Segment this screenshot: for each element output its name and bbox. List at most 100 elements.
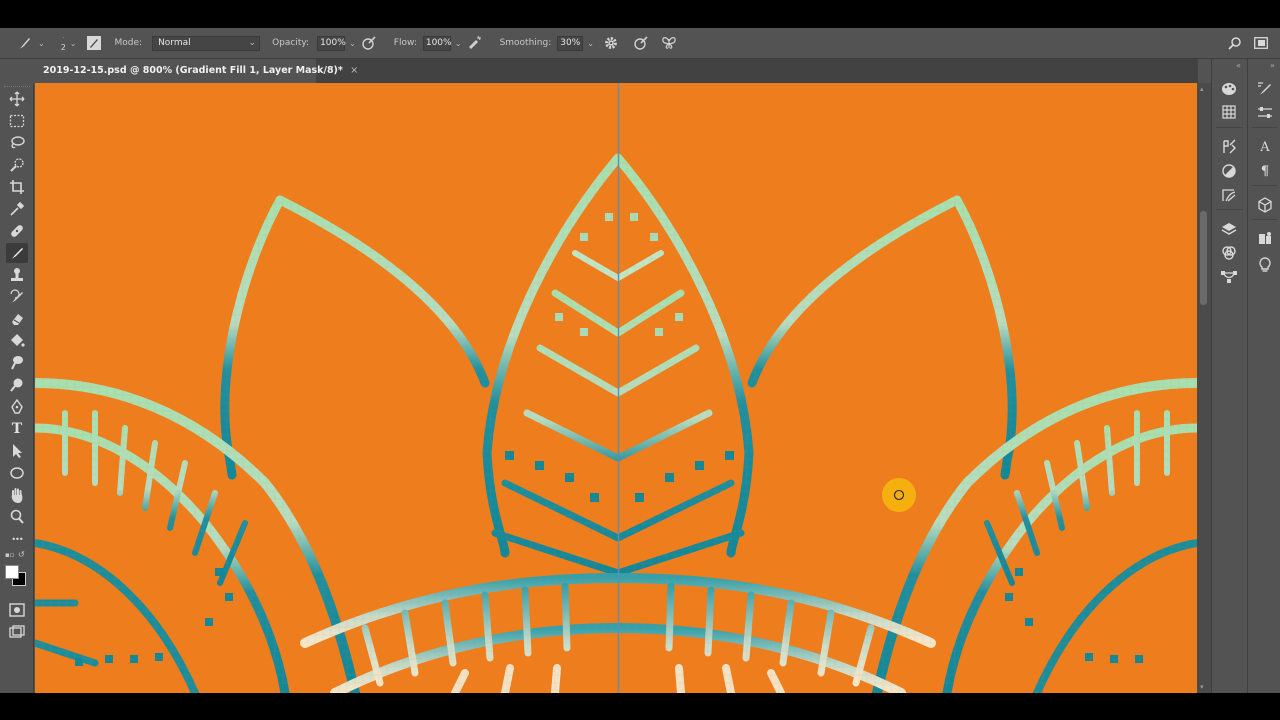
brush-icon — [11, 248, 23, 259]
marquee-icon — [9, 114, 25, 128]
zoom-icon — [10, 509, 24, 524]
options-bar: ⌄ · 2 ⌄ Mode: Normal ⌄ Opacity: 100% ⌄ F… — [0, 28, 1280, 59]
chevron-down-icon[interactable]: ⌄ — [587, 39, 594, 48]
crop-tool[interactable] — [6, 177, 28, 197]
quick-selection-tool[interactable] — [6, 155, 28, 175]
brush-panel-toggle-icon[interactable] — [85, 34, 103, 52]
tools-panel: T ••• ▪▫ ↺ — [0, 84, 34, 693]
screen-mode-button[interactable] — [6, 622, 28, 642]
move-tool[interactable] — [6, 89, 28, 109]
hand-tool[interactable] — [6, 485, 28, 505]
healing-brush-tool[interactable] — [6, 221, 28, 241]
brushes-icon[interactable] — [1255, 79, 1275, 99]
flow-label: Flow: — [393, 38, 417, 48]
quick-mask-icon — [9, 603, 25, 617]
history-brush-tool[interactable] — [6, 287, 28, 307]
smoothing-field[interactable]: 30% — [557, 35, 584, 51]
document-tab[interactable]: 2019-12-15.psd @ 800% (Gradient Fill 1, … — [34, 59, 358, 83]
smoothing-options-gear-icon[interactable] — [602, 34, 620, 52]
bandage-icon — [11, 225, 23, 237]
brush-preset-icon[interactable] — [16, 34, 34, 52]
channels-icon[interactable] — [1219, 243, 1239, 263]
chevron-down-icon: ⌄ — [248, 37, 257, 48]
quick-mask-button[interactable] — [6, 600, 28, 620]
ellipse-icon — [10, 467, 24, 479]
brush-tool[interactable] — [6, 243, 28, 263]
document-tab-title: 2019-12-15.psd @ 800% (Gradient Fill 1, … — [43, 65, 338, 76]
opacity-field[interactable]: 100% — [317, 35, 346, 51]
layers-icon[interactable] — [1219, 219, 1239, 239]
document-tab-bar: 2019-12-15.psd @ 800% (Gradient Fill 1, … — [34, 59, 1198, 83]
styles-icon[interactable] — [1219, 185, 1239, 205]
brush-cursor — [882, 478, 916, 512]
pressure-size-icon[interactable] — [632, 34, 650, 52]
character-icon[interactable]: A — [1255, 137, 1275, 157]
move-icon — [9, 91, 25, 107]
lasso-tool[interactable] — [6, 133, 28, 153]
crop-icon — [10, 180, 24, 194]
pixel-grid-overlay — [35, 83, 1197, 693]
scrollbar-thumb[interactable] — [1200, 211, 1207, 305]
swap-colors-icon[interactable]: ↺ — [18, 550, 25, 559]
photoshop-window: ⌄ · 2 ⌄ Mode: Normal ⌄ Opacity: 100% ⌄ F… — [0, 28, 1280, 693]
collapse-dock-icon[interactable]: » — [1270, 61, 1275, 70]
chevron-down-icon[interactable]: ⌄ — [455, 39, 462, 48]
dodge-icon — [10, 378, 23, 392]
close-tab-icon[interactable]: × — [350, 65, 358, 76]
mode-select[interactable]: Normal ⌄ — [152, 35, 261, 51]
airbrush-icon[interactable] — [466, 34, 484, 52]
smoothing-label: Smoothing: — [499, 38, 552, 48]
chevron-down-icon[interactable]: ⌄ — [38, 39, 45, 48]
swatches-grid-icon[interactable] — [1219, 102, 1239, 122]
screen-mode-icon — [9, 625, 25, 638]
quick-select-icon — [10, 158, 24, 172]
panel-dock-icons: « — [1211, 59, 1246, 693]
brush-size-value: 2 — [60, 43, 66, 52]
more-tools[interactable]: ••• — [6, 529, 28, 549]
libraries-icon[interactable] — [1255, 229, 1275, 249]
panel-dock-icons-secondary: » A ¶ — [1247, 59, 1280, 693]
collapse-dock-icon[interactable]: « — [1236, 61, 1241, 70]
clone-stamp-tool[interactable] — [6, 265, 28, 285]
brush-size-picker[interactable]: · 2 — [61, 34, 66, 52]
brush-settings-icon[interactable] — [1219, 137, 1239, 157]
3d-cube-icon[interactable] — [1255, 195, 1275, 215]
pen-tool[interactable] — [6, 397, 28, 417]
eraser-tool[interactable] — [6, 309, 28, 329]
scroll-up-icon[interactable]: ▴ — [1200, 85, 1204, 93]
dodge-tool[interactable] — [6, 375, 28, 395]
workspace-icon[interactable] — [1252, 34, 1270, 52]
vertical-scrollbar[interactable]: ▴ ▾ — [1197, 83, 1211, 693]
learn-lightbulb-icon[interactable] — [1255, 255, 1275, 275]
adjustments-icon[interactable] — [1219, 161, 1239, 181]
type-tool[interactable]: T — [6, 419, 28, 439]
scroll-down-icon[interactable]: ▾ — [1200, 683, 1204, 691]
marquee-tool[interactable] — [6, 111, 28, 131]
symmetry-butterfly-icon[interactable] — [660, 34, 678, 52]
paths-icon[interactable] — [1219, 267, 1239, 287]
document-canvas[interactable] — [35, 83, 1197, 693]
chevron-down-icon[interactable]: ⌄ — [70, 39, 77, 48]
flow-field[interactable]: 100% — [422, 35, 452, 51]
ellipse-tool[interactable] — [6, 463, 28, 483]
search-icon[interactable] — [1226, 34, 1244, 52]
zoom-tool[interactable] — [6, 507, 28, 527]
color-palette-icon[interactable] — [1219, 79, 1239, 99]
foreground-color-swatch[interactable] — [5, 565, 19, 579]
paragraph-icon[interactable]: ¶ — [1255, 161, 1275, 181]
default-colors-icon[interactable]: ▪▫ — [5, 551, 15, 559]
pen-icon — [11, 399, 23, 414]
smudge-tool[interactable] — [6, 353, 28, 373]
paint-bucket-tool[interactable] — [6, 331, 28, 351]
eraser-icon — [12, 314, 23, 325]
type-icon: T — [11, 421, 23, 437]
bucket-icon — [11, 334, 25, 347]
ellipsis-icon: ••• — [11, 534, 23, 544]
eyedropper-tool[interactable] — [6, 199, 28, 219]
arrow-icon — [13, 444, 22, 458]
modified-marker: * — [337, 65, 343, 76]
path-selection-tool[interactable] — [6, 441, 28, 461]
chevron-down-icon[interactable]: ⌄ — [349, 39, 356, 48]
properties-sliders-icon[interactable] — [1255, 103, 1275, 123]
pressure-opacity-icon[interactable] — [360, 34, 378, 52]
